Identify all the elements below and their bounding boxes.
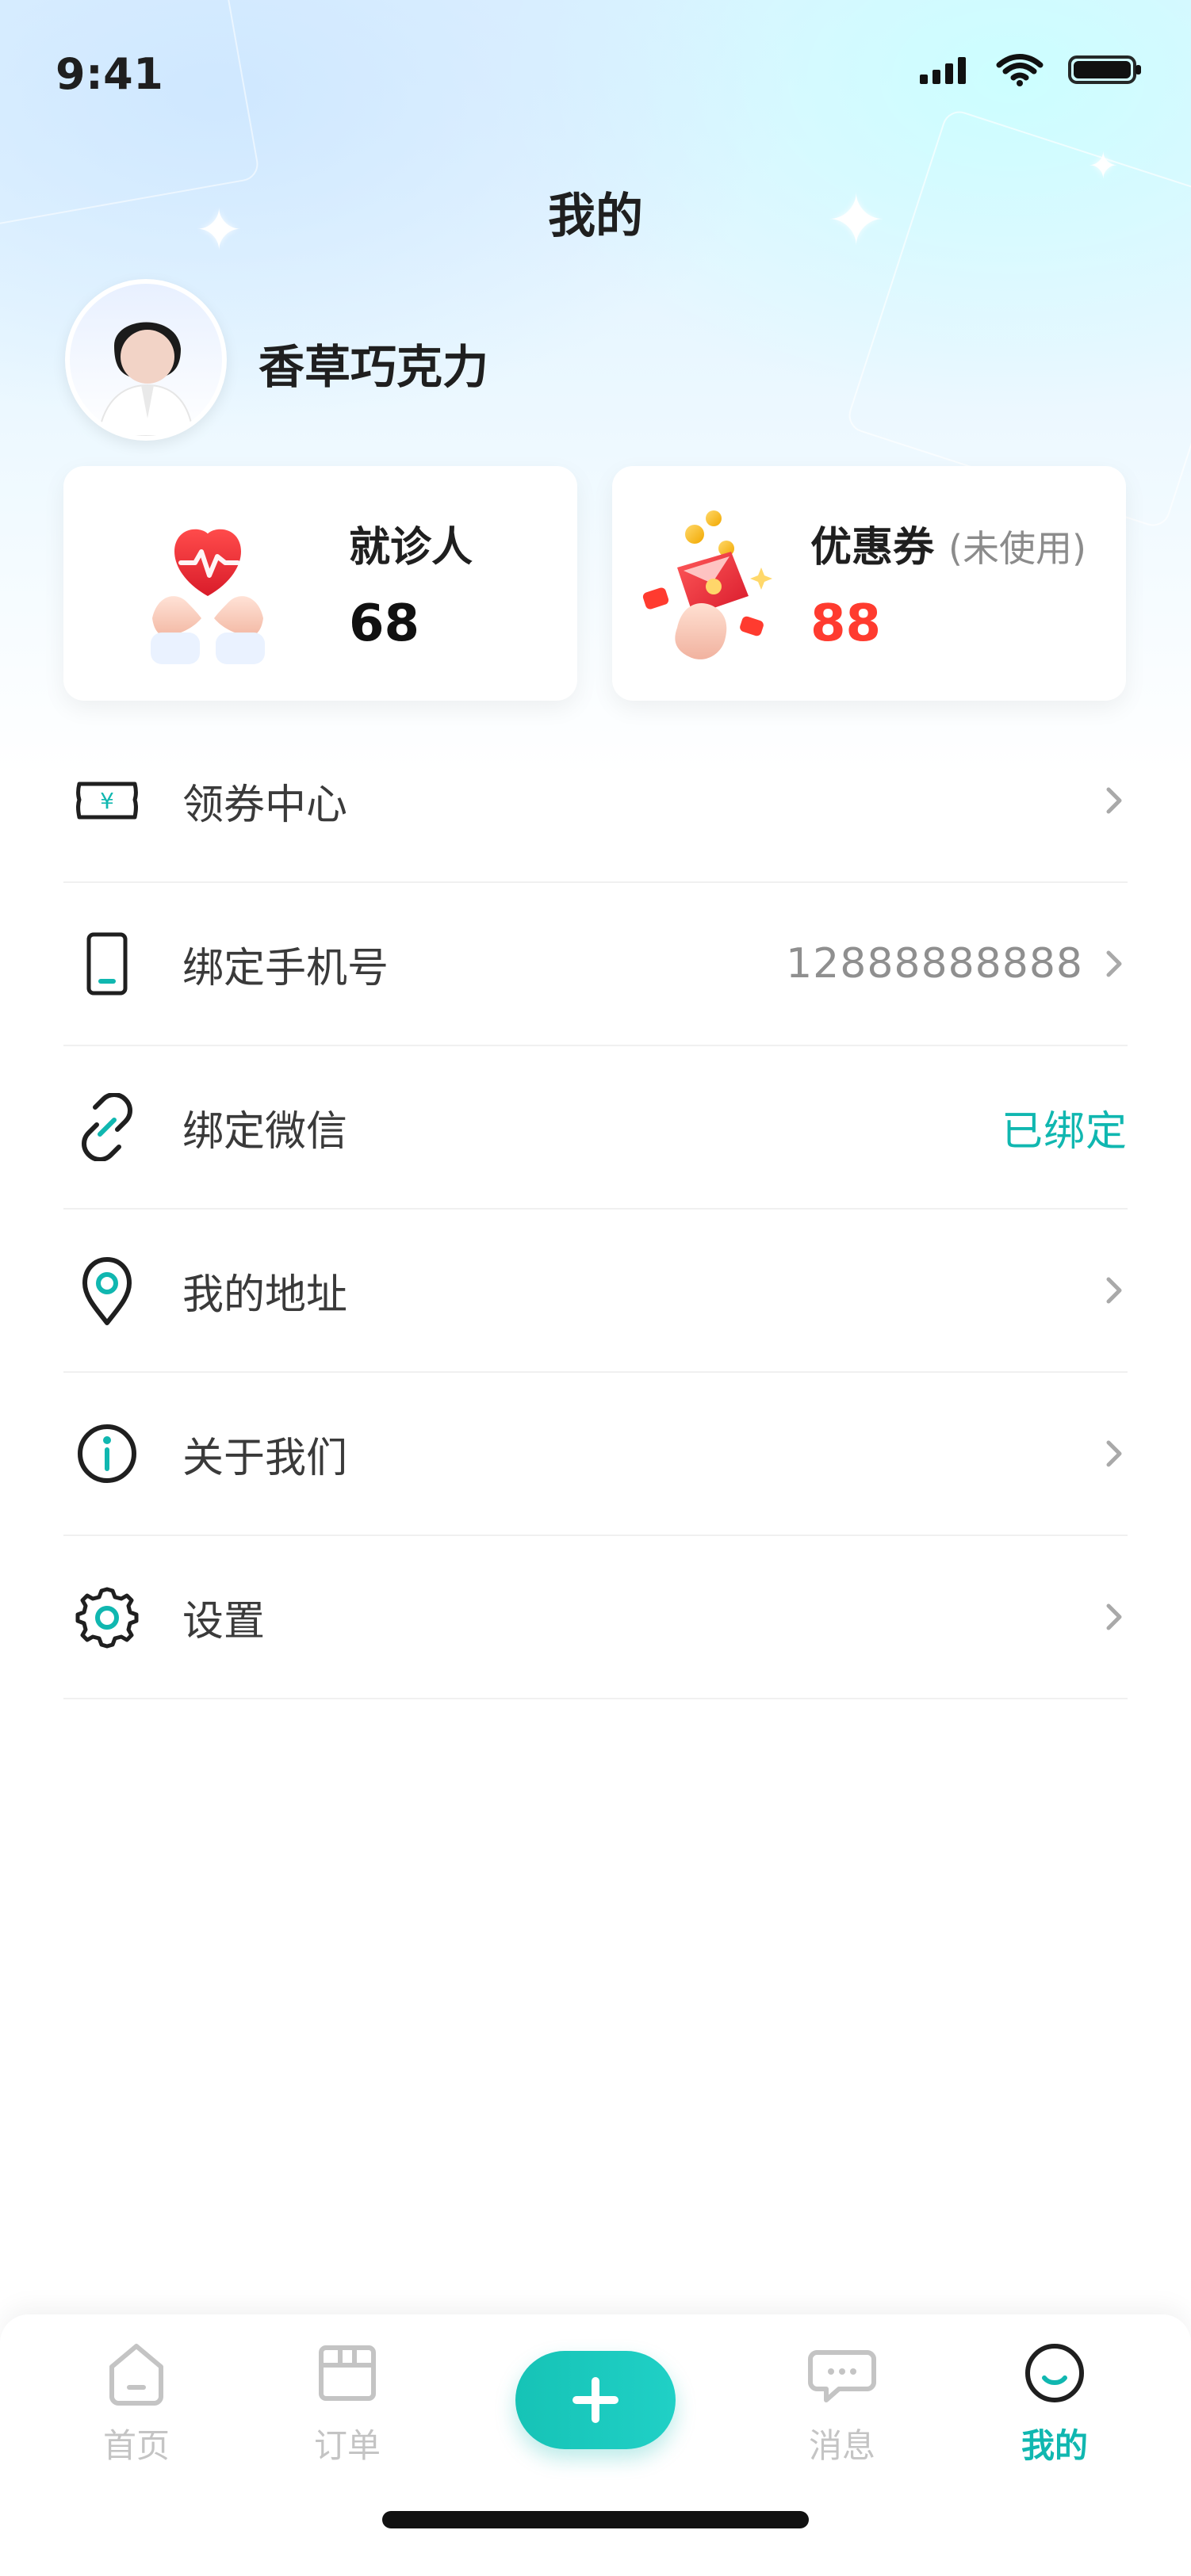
ticket-icon: ¥ bbox=[63, 773, 151, 828]
menu-item-my-address[interactable]: 我的地址 bbox=[63, 1210, 1128, 1373]
svg-text:¥: ¥ bbox=[100, 788, 114, 814]
link-icon bbox=[63, 1093, 151, 1161]
username: 香草巧克力 bbox=[258, 340, 489, 394]
tab-label-orders: 订单 bbox=[313, 2426, 381, 2465]
wechat-bind-status: 已绑定 bbox=[1001, 1107, 1128, 1156]
menu-label-bind-wechat: 绑定微信 bbox=[182, 1107, 348, 1156]
profile-icon bbox=[1025, 2344, 1084, 2402]
menu-item-bind-wechat[interactable]: 绑定微信 已绑定 bbox=[63, 1046, 1128, 1210]
menu-label-bind-phone: 绑定手机号 bbox=[182, 944, 389, 992]
home-indicator bbox=[382, 2511, 809, 2528]
tab-home[interactable]: 首页 bbox=[57, 2338, 216, 2489]
location-pin-icon bbox=[63, 1255, 151, 1326]
menu-right-about-us bbox=[1083, 1373, 1128, 1535]
tab-label-mine: 我的 bbox=[1021, 2426, 1088, 2465]
menu-right-bind-wechat: 已绑定 bbox=[1001, 1046, 1128, 1208]
chevron-right-icon bbox=[1101, 1440, 1128, 1467]
menu-label-coupon-center: 领券中心 bbox=[182, 781, 348, 829]
tab-label-home: 首页 bbox=[102, 2426, 170, 2465]
coupons-subtag: (未使用) bbox=[948, 527, 1086, 570]
status-time: 9:41 bbox=[56, 49, 164, 99]
avatar[interactable] bbox=[65, 279, 227, 441]
menu-item-about-us[interactable]: 关于我们 bbox=[63, 1373, 1128, 1536]
status-icons bbox=[918, 52, 1143, 87]
plus-icon bbox=[573, 2377, 618, 2423]
coupons-value: 88 bbox=[810, 594, 882, 653]
patients-label: 就诊人 bbox=[349, 524, 473, 571]
coupons-illustration bbox=[636, 501, 779, 667]
menu-right-my-address bbox=[1083, 1210, 1128, 1371]
menu-label-about-us: 关于我们 bbox=[182, 1434, 348, 1482]
orders-icon bbox=[319, 2345, 376, 2401]
bottom-tab-bar: 首页 订单 消息 我的 bbox=[0, 2314, 1191, 2576]
menu-item-coupon-center[interactable]: ¥ 领券中心 bbox=[63, 720, 1128, 883]
gear-icon bbox=[63, 1581, 151, 1653]
add-button[interactable] bbox=[515, 2351, 676, 2449]
home-icon bbox=[109, 2344, 163, 2406]
coupons-label-text: 优惠券 bbox=[810, 524, 935, 571]
tab-label-messages: 消息 bbox=[808, 2426, 875, 2465]
menu-item-settings[interactable]: 设置 bbox=[63, 1536, 1128, 1699]
chevron-right-icon bbox=[1101, 787, 1128, 814]
coupons-card[interactable]: 优惠券 (未使用) 88 bbox=[612, 466, 1126, 701]
coupons-label: 优惠券 (未使用) bbox=[810, 514, 1086, 573]
signal-icon bbox=[920, 57, 966, 84]
page-title: 我的 bbox=[548, 189, 643, 244]
avatar-image-icon bbox=[70, 284, 222, 436]
phone-number: 12888888888 bbox=[786, 940, 1083, 988]
tab-messages[interactable]: 消息 bbox=[763, 2338, 921, 2489]
phone-icon bbox=[63, 930, 151, 998]
coupon-gift-icon bbox=[642, 510, 772, 659]
menu-right-settings bbox=[1083, 1536, 1128, 1698]
menu-list: ¥ 领券中心 绑定手机号 12888888888 绑定微信 已绑定 我的地址 关… bbox=[63, 720, 1128, 1699]
tab-orders[interactable]: 订单 bbox=[268, 2338, 427, 2489]
menu-label-settings: 设置 bbox=[182, 1597, 266, 1645]
tab-mine[interactable]: 我的 bbox=[975, 2338, 1134, 2489]
message-icon bbox=[808, 2350, 876, 2402]
menu-label-my-address: 我的地址 bbox=[182, 1271, 348, 1319]
info-icon bbox=[63, 1420, 151, 1488]
heart-hands-icon bbox=[151, 529, 265, 664]
patients-card[interactable]: 就诊人 68 bbox=[63, 466, 577, 701]
patients-value: 68 bbox=[349, 594, 420, 653]
chevron-right-icon bbox=[1101, 1603, 1128, 1630]
menu-right-bind-phone: 12888888888 bbox=[786, 883, 1128, 1045]
chevron-right-icon bbox=[1101, 950, 1128, 977]
chevron-right-icon bbox=[1101, 1277, 1128, 1304]
menu-right-coupon-center bbox=[1083, 720, 1128, 881]
battery-icon bbox=[1068, 55, 1141, 84]
menu-item-bind-phone[interactable]: 绑定手机号 12888888888 bbox=[63, 883, 1128, 1046]
wifi-icon bbox=[996, 54, 1044, 86]
patients-illustration bbox=[136, 507, 279, 666]
